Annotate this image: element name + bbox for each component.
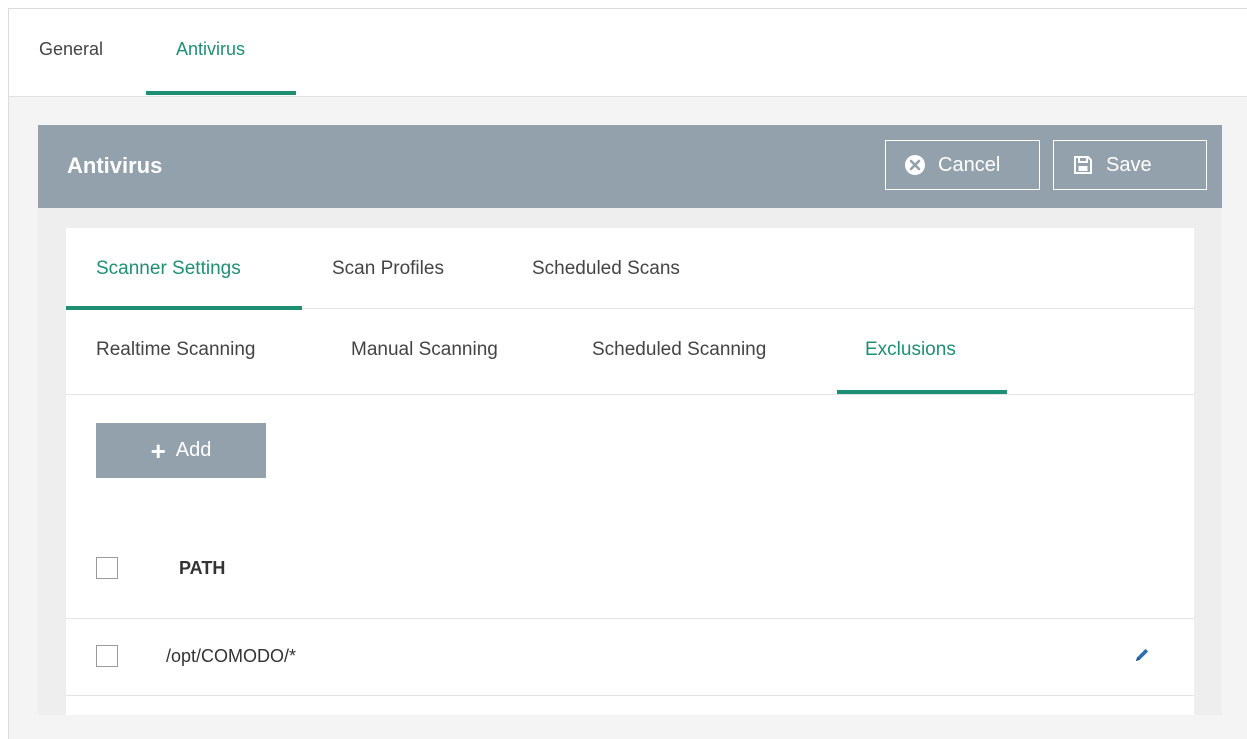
tab-realtime-scanning[interactable]: Realtime Scanning: [96, 339, 255, 361]
save-button[interactable]: Save: [1053, 140, 1207, 190]
row-checkbox[interactable]: [96, 645, 118, 667]
cancel-button[interactable]: Cancel: [885, 140, 1040, 190]
tab-manual-scanning[interactable]: Manual Scanning: [351, 339, 498, 361]
floppy-disk-icon: [1072, 154, 1094, 176]
cancel-label: Cancel: [938, 153, 1001, 176]
panel-header: Antivirus Cancel Save: [38, 125, 1222, 208]
sub-tab-bar: Realtime Scanning Manual Scanning Schedu…: [66, 309, 1194, 395]
tab-scheduled-scanning[interactable]: Scheduled Scanning: [592, 339, 766, 361]
tab-scan-profiles[interactable]: Scan Profiles: [332, 258, 444, 280]
panel-title: Antivirus: [67, 153, 163, 178]
tab-scheduled-scans[interactable]: Scheduled Scans: [532, 258, 680, 280]
active-tab-indicator: [146, 91, 296, 95]
panel-body: Scanner Settings Scan Profiles Scheduled…: [66, 228, 1194, 715]
app-frame: General Antivirus Antivirus Cancel Save …: [8, 8, 1247, 739]
select-all-checkbox[interactable]: [96, 557, 118, 579]
add-label: Add: [175, 439, 212, 461]
top-tab-bar: General Antivirus: [9, 9, 1247, 97]
exclusions-table: PATH /opt/COMODO/*: [66, 518, 1194, 715]
tab-general[interactable]: General: [39, 39, 103, 60]
close-circle-icon: [904, 154, 926, 176]
path-cell: /opt/COMODO/*: [166, 646, 297, 666]
tab-exclusions[interactable]: Exclusions: [865, 339, 956, 361]
column-header-path: PATH: [179, 558, 226, 578]
table-header-row: PATH: [66, 518, 1194, 619]
active-subtab-indicator: [837, 390, 1007, 394]
antivirus-panel: Antivirus Cancel Save Scanner Settings S…: [38, 125, 1222, 715]
table-row: /opt/COMODO/*: [66, 618, 1194, 696]
section-tab-bar: Scanner Settings Scan Profiles Scheduled…: [66, 228, 1194, 310]
pencil-icon[interactable]: [1132, 645, 1152, 670]
tab-scanner-settings[interactable]: Scanner Settings: [96, 258, 241, 280]
tab-antivirus[interactable]: Antivirus: [176, 39, 245, 60]
save-label: Save: [1106, 153, 1152, 176]
plus-icon: +: [150, 435, 166, 466]
add-button[interactable]: + Add: [96, 423, 266, 478]
